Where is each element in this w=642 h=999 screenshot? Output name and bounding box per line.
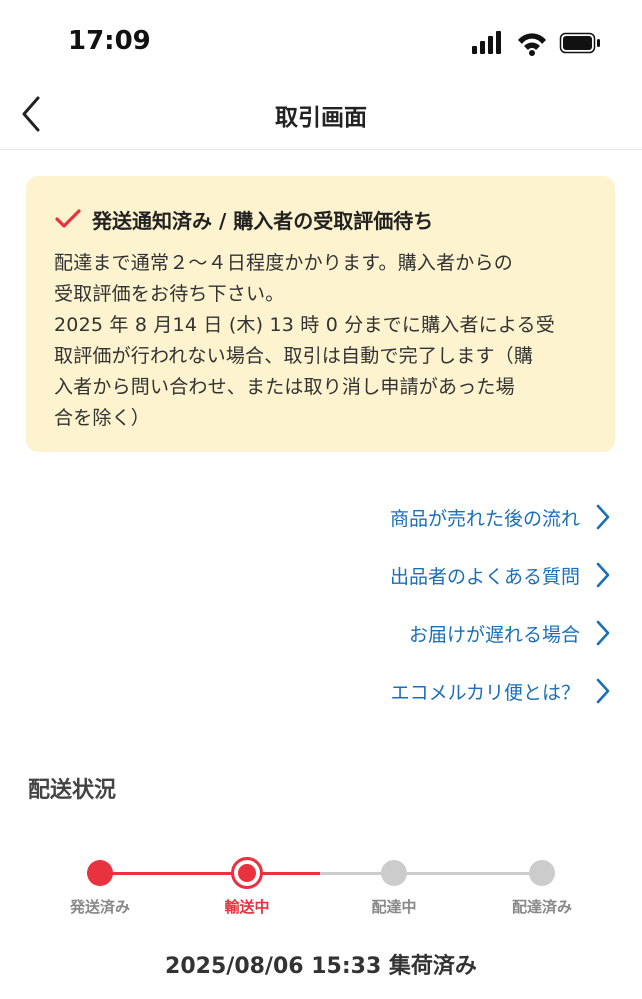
chevron-right-icon — [596, 678, 610, 704]
step-dot-out-for-delivery — [381, 860, 407, 886]
shipping-notice: 発送通知済み / 購入者の受取評価待ち 配達まで通常２〜４日程度かかります。購入… — [26, 176, 615, 452]
shipping-tracker: 発送済み 輸送中 配達中 配達済み — [0, 850, 642, 930]
chevron-right-icon — [596, 620, 610, 646]
wifi-icon — [518, 33, 546, 56]
notice-body: 配達まで通常２〜４日程度かかります。購入者からの 受取評価をお待ち下さい。 20… — [54, 252, 555, 429]
checkmark-icon — [55, 209, 81, 228]
nav-bar: 取引画面 — [0, 88, 642, 150]
latest-tracking-event: 2025/08/06 15:33 集荷済み — [165, 954, 477, 979]
link-delayed-delivery[interactable]: お届けが遅れる場合 — [212, 604, 612, 662]
track-line-done — [100, 872, 320, 875]
link-label: エコメルカリ便とは？ — [390, 681, 580, 704]
link-label: 商品が売れた後の流れ — [389, 507, 580, 530]
step-dot-delivered — [529, 860, 555, 886]
step-label-delivered: 配達済み — [511, 898, 572, 916]
battery-icon — [559, 32, 600, 54]
page-title: 取引画面 — [275, 105, 367, 131]
chevron-right-icon — [596, 504, 610, 530]
link-flow-after-sale[interactable]: 商品が売れた後の流れ — [212, 488, 612, 546]
shipping-status-title: 配送状況 — [28, 778, 117, 803]
notice-header: 発送通知済み / 購入者の受取評価待ち — [54, 202, 589, 236]
step-label-out-for-delivery: 配達中 — [371, 898, 417, 916]
link-seller-faq[interactable]: 出品者のよくある質問 — [212, 546, 612, 604]
link-eco-mercari[interactable]: エコメルカリ便とは？ — [212, 662, 612, 720]
step-dot-in-transit — [231, 857, 263, 889]
status-icons — [472, 30, 602, 56]
chevron-right-icon — [596, 562, 610, 588]
link-label: 出品者のよくある質問 — [389, 565, 580, 588]
track-line-pending — [320, 872, 542, 875]
status-bar: 17:09 — [0, 0, 642, 88]
status-time: 17:09 — [68, 26, 151, 56]
step-label-shipped: 発送済み — [69, 898, 130, 916]
step-label-in-transit: 輸送中 — [224, 898, 270, 916]
notice-title: 発送通知済み / 購入者の受取評価待ち — [92, 208, 434, 233]
step-dot-shipped — [87, 860, 113, 886]
cellular-signal-icon — [472, 31, 501, 54]
help-links: 商品が売れた後の流れ 出品者のよくある質問 お届けが遅れる場合 エコメルカリ便と… — [212, 488, 612, 720]
link-label: お届けが遅れる場合 — [408, 623, 580, 646]
